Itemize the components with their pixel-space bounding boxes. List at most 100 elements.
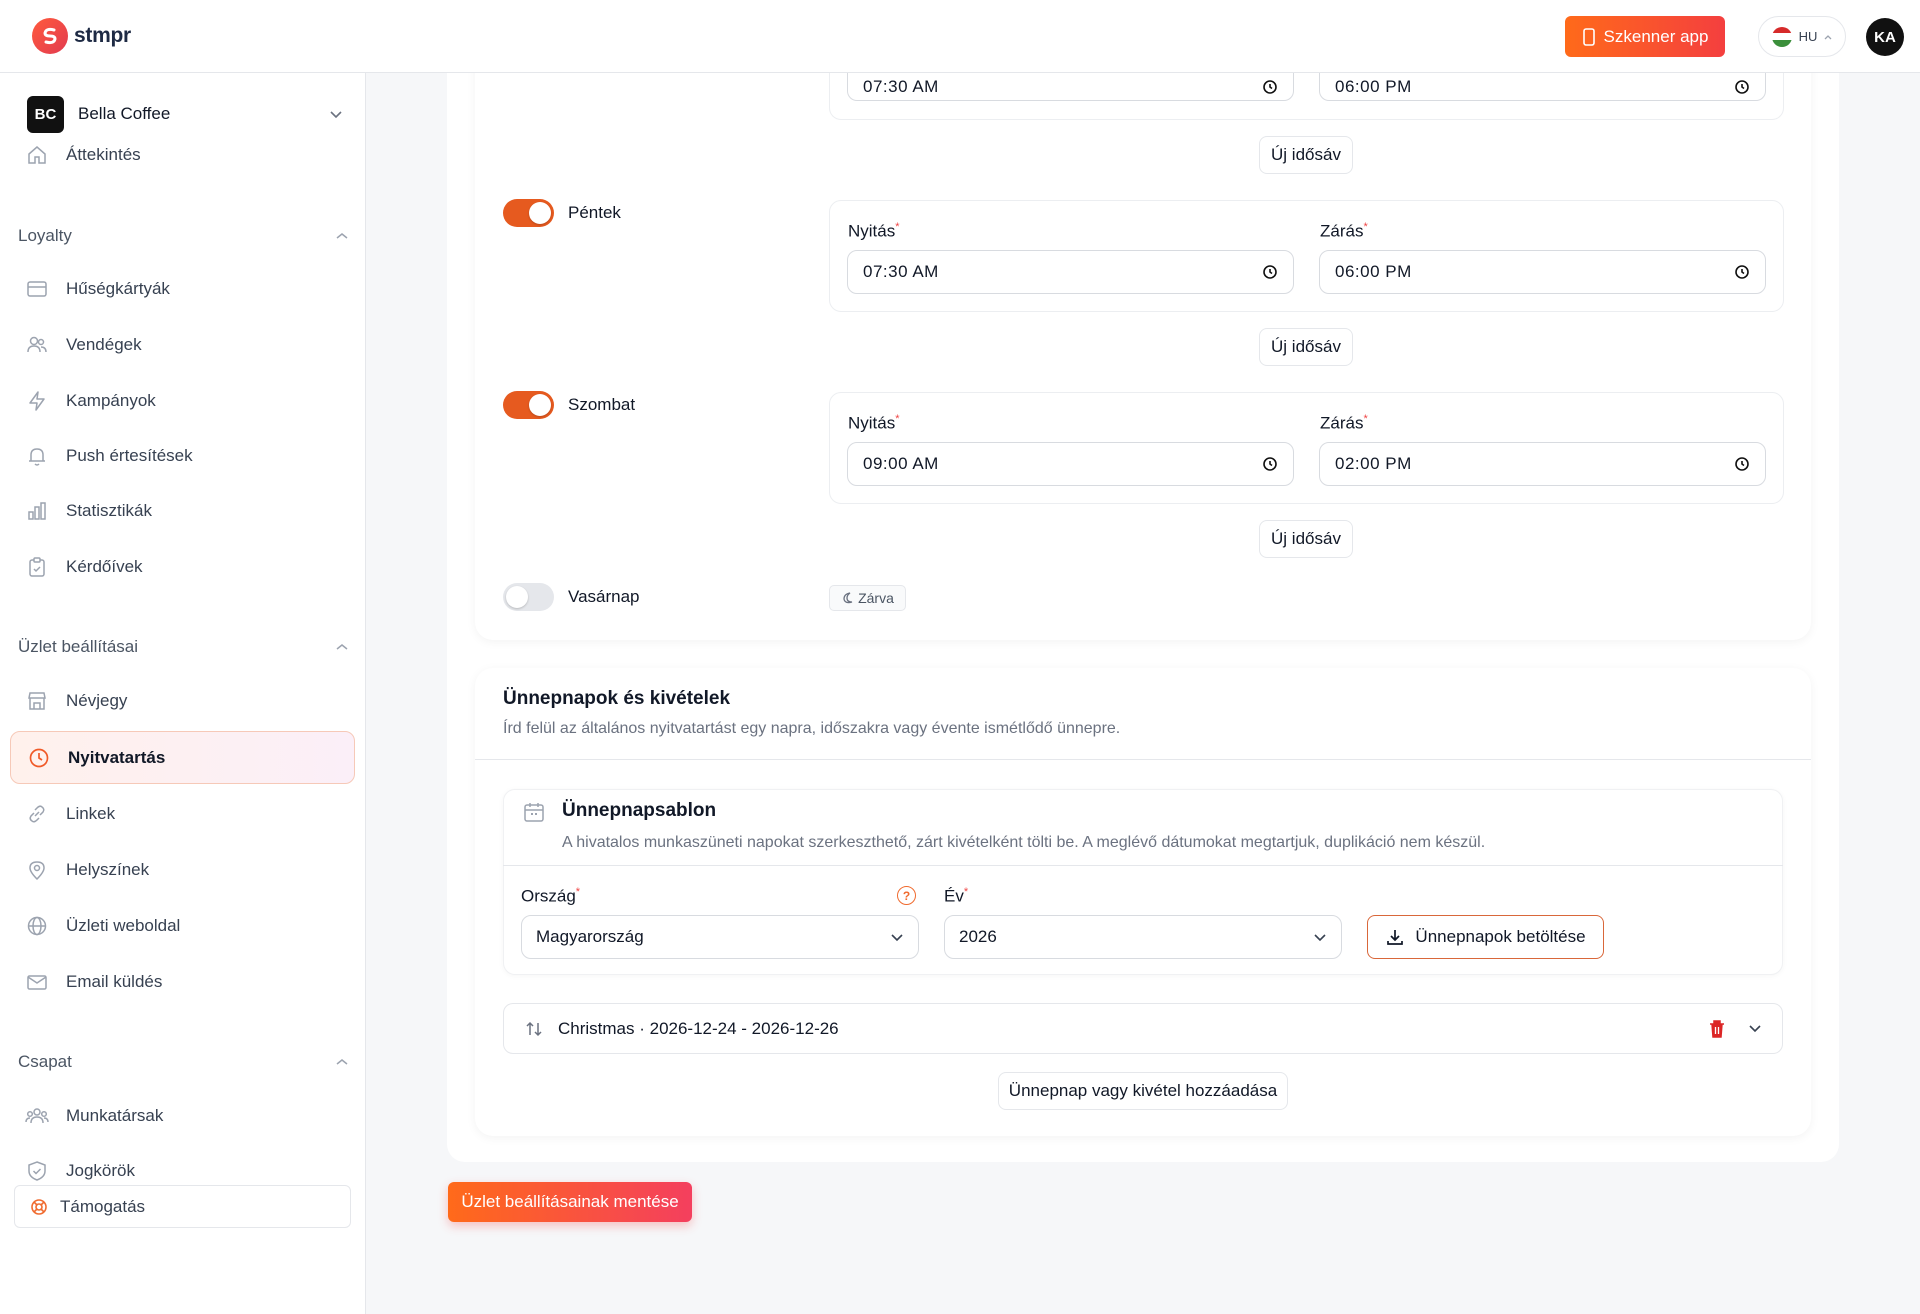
close-time-input[interactable]: 02:00 PM — [1319, 442, 1766, 486]
sidebar-section-business-settings[interactable]: Üzlet beállításai — [18, 632, 348, 662]
closed-badge: Zárva — [829, 585, 906, 611]
sidebar-item-label: Munkatársak — [66, 1106, 164, 1125]
save-settings-button[interactable]: Üzlet beállításainak mentése — [448, 1182, 692, 1222]
chevron-down-icon[interactable] — [1748, 1024, 1762, 1033]
sort-arrows-icon[interactable] — [524, 1019, 544, 1039]
language-selector[interactable]: HU — [1758, 16, 1846, 57]
clock-icon — [1263, 457, 1277, 471]
close-time-value: 02:00 PM — [1335, 454, 1412, 473]
support-button[interactable]: Támogatás — [14, 1185, 351, 1228]
new-slot-button[interactable]: Új idősáv — [1259, 136, 1353, 174]
sidebar-item-guests[interactable]: Vendégek — [24, 325, 354, 365]
divider — [475, 759, 1811, 760]
close-time-input[interactable]: 06:00 PM — [1319, 73, 1766, 101]
sidebar-item-staff[interactable]: Munkatársak — [24, 1096, 354, 1136]
close-label: Zárás* — [1320, 413, 1368, 433]
sidebar-item-overview[interactable]: Áttekintés — [24, 135, 354, 175]
sidebar-item-campaigns[interactable]: Kampányok — [24, 381, 354, 421]
shield-check-icon — [24, 1158, 50, 1184]
load-holidays-button[interactable]: Ünnepnapok betöltése — [1367, 915, 1604, 959]
year-label: Év* — [944, 886, 969, 906]
add-holiday-button[interactable]: Ünnepnap vagy kivétel hozzáadása — [998, 1072, 1288, 1110]
sidebar-item-label: Üzleti weboldal — [66, 916, 181, 935]
day-toggle[interactable] — [503, 391, 554, 419]
sidebar-item-push[interactable]: Push értesítések — [24, 436, 354, 476]
day-row-saturday: Szombat — [503, 391, 635, 419]
sidebar-item-opening-hours[interactable]: Nyitvatartás — [10, 731, 355, 784]
sidebar-item-statistics[interactable]: Statisztikák — [24, 491, 354, 531]
chevron-down-icon — [891, 933, 903, 941]
sidebar-item-loyalty-cards[interactable]: Hűségkártyák — [24, 269, 354, 309]
weekly-hours-card — [475, 60, 1811, 640]
day-name: Péntek — [568, 203, 621, 222]
holiday-entry-row[interactable]: Christmas · 2026-12-24 - 2026-12-26 — [503, 1003, 1783, 1054]
sidebar-item-label: Statisztikák — [66, 501, 152, 520]
bar-chart-icon — [24, 498, 50, 524]
help-icon[interactable]: ? — [897, 886, 916, 905]
support-label: Támogatás — [60, 1196, 146, 1216]
day-toggle[interactable] — [503, 199, 554, 227]
open-label: Nyitás* — [848, 413, 900, 433]
chevron-down-icon — [1314, 933, 1326, 941]
sidebar-item-label: Jogkörök — [66, 1161, 135, 1180]
sidebar-item-label: Kérdőívek — [66, 557, 143, 576]
close-time-input[interactable]: 06:00 PM — [1319, 250, 1766, 294]
sidebar-item-label: Push értesítések — [66, 446, 193, 465]
new-slot-button[interactable]: Új idősáv — [1259, 328, 1353, 366]
logo[interactable]: stmpr — [32, 18, 131, 54]
top-bar: stmpr Szkenner app HU KA — [0, 0, 1920, 73]
sidebar-item-links[interactable]: Linkek — [24, 794, 354, 834]
link-icon — [24, 801, 50, 827]
country-label: Ország* — [521, 886, 581, 906]
calendar-icon — [524, 803, 544, 822]
team-icon — [24, 1103, 50, 1129]
year-value: 2026 — [959, 927, 997, 946]
lightning-icon — [24, 388, 50, 414]
chevron-up-icon — [336, 644, 348, 650]
template-subtitle: A hivatalos munkaszüneti napokat szerkes… — [562, 834, 1486, 851]
sidebar-item-label: Nyitvatartás — [68, 747, 166, 767]
sidebar-item-email[interactable]: Email küldés — [24, 962, 354, 1002]
new-slot-button[interactable]: Új idősáv — [1259, 520, 1353, 558]
divider — [503, 865, 1783, 866]
sidebar-item-label: Hűségkártyák — [66, 279, 170, 298]
day-toggle[interactable] — [503, 583, 554, 611]
open-time-input[interactable]: 09:00 AM — [847, 442, 1294, 486]
year-select[interactable]: 2026 — [944, 915, 1342, 959]
user-avatar[interactable]: KA — [1866, 18, 1904, 56]
chevron-up-icon — [336, 1059, 348, 1065]
sidebar-section-team[interactable]: Csapat — [18, 1047, 348, 1077]
org-switcher[interactable]: BC Bella Coffee — [27, 95, 343, 133]
day-name: Vasárnap — [568, 587, 640, 606]
open-time-value: 09:00 AM — [863, 454, 939, 473]
sidebar-section-loyalty[interactable]: Loyalty — [18, 221, 348, 251]
download-icon — [1387, 930, 1404, 945]
section-title: Üzlet beállításai — [18, 637, 139, 656]
scanner-app-button[interactable]: Szkenner app — [1565, 16, 1725, 57]
language-code: HU — [1798, 29, 1818, 44]
day-row-sunday: Vasárnap — [503, 583, 640, 611]
clock-icon — [1263, 79, 1277, 94]
globe-icon — [24, 913, 50, 939]
section-title: Loyalty — [18, 226, 72, 245]
chevron-up-icon — [336, 233, 348, 239]
clock-icon — [1735, 79, 1749, 94]
home-icon — [24, 142, 50, 168]
close-time-value: 06:00 PM — [1335, 262, 1412, 281]
sidebar-item-website[interactable]: Üzleti weboldal — [24, 906, 354, 946]
sidebar-item-locations[interactable]: Helyszínek — [24, 850, 354, 890]
logo-text: stmpr — [74, 24, 131, 47]
sidebar-item-surveys[interactable]: Kérdőívek — [24, 547, 354, 587]
open-time-input[interactable]: 07:30 AM — [847, 250, 1294, 294]
sidebar-item-label: Áttekintés — [66, 145, 141, 164]
open-time-input[interactable]: 07:30 AM — [847, 73, 1294, 101]
sidebar-item-label: Helyszínek — [66, 860, 150, 879]
country-select[interactable]: Magyarország — [521, 915, 919, 959]
scanner-app-label: Szkenner app — [1603, 26, 1709, 46]
country-value: Magyarország — [536, 927, 644, 946]
open-label: Nyitás* — [848, 221, 900, 241]
sidebar-item-profile[interactable]: Névjegy — [24, 681, 354, 721]
chevron-up-icon — [1824, 34, 1832, 39]
trash-icon[interactable] — [1708, 1019, 1726, 1039]
org-badge: BC — [27, 95, 64, 133]
